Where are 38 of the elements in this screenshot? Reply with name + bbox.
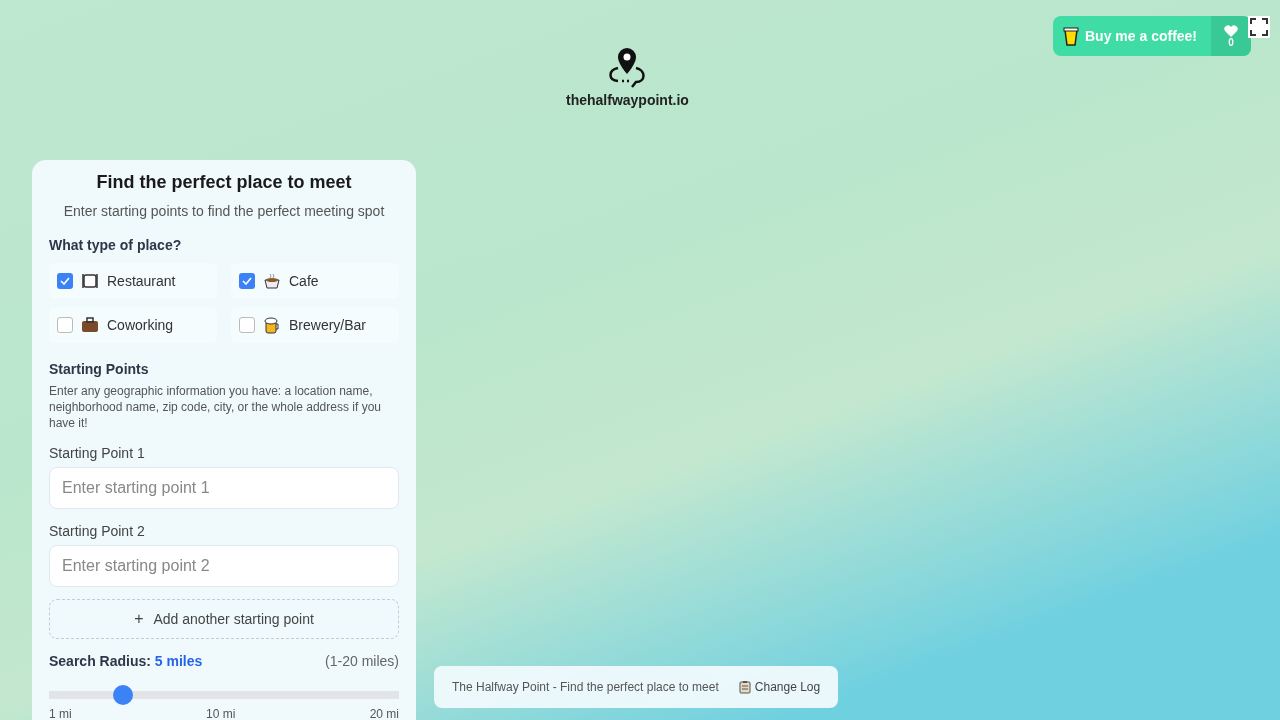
place-type-option[interactable]: Cafe <box>231 263 399 299</box>
clipboard-icon <box>738 680 751 694</box>
tick-label: 1 mi <box>49 707 72 720</box>
panel-title: Find the perfect place to meet <box>95 172 353 193</box>
input-field[interactable]: Enter starting point 2 <box>49 545 399 587</box>
changelog-link[interactable]: Change Log <box>738 680 821 694</box>
fullscreen-button[interactable] <box>1248 16 1270 38</box>
place-type-option[interactable]: Restaurant <box>49 263 217 299</box>
checkbox[interactable] <box>239 317 255 333</box>
coffee-cup-icon <box>1063 26 1079 46</box>
section-heading: What type of place? <box>49 237 183 253</box>
input-field[interactable]: Enter starting point 1 <box>49 467 399 509</box>
logo-text: thehalfwaypoint.io <box>566 92 689 108</box>
radius-label: Search Radius: 5 miles <box>49 653 203 669</box>
tick-label: 10 mi <box>206 707 236 720</box>
checkbox[interactable] <box>239 273 255 289</box>
check-icon <box>60 277 70 285</box>
like-count: 0 <box>1228 36 1234 48</box>
place-type-option[interactable]: Brewery/Bar <box>231 307 399 343</box>
coffee-cup-icon <box>263 272 281 290</box>
plate-icon <box>81 272 99 290</box>
field-label: Starting Point 1 <box>49 445 146 461</box>
section-heading: Starting Points <box>49 361 150 377</box>
place-type-option[interactable]: Coworking <box>49 307 217 343</box>
beer-mug-icon <box>263 316 281 334</box>
slider-thumb[interactable] <box>112 685 133 705</box>
add-point-button[interactable]: + Add another starting point <box>49 599 399 639</box>
help-text: Enter any geographic information you have: a location name, neighborhood name, zip code, city, or the whole address if you have it! <box>49 383 382 431</box>
checkbox[interactable] <box>57 273 73 289</box>
check-icon <box>242 277 252 285</box>
radius-range: (1-20 miles) <box>325 653 399 669</box>
briefcase-icon <box>81 316 99 334</box>
tick-label: 20 mi <box>369 707 399 720</box>
heart-icon <box>1224 24 1239 37</box>
field-label: Starting Point 2 <box>49 523 146 539</box>
footer-text: The Halfway Point - Find the perfect place to meet <box>452 680 719 694</box>
checkbox[interactable] <box>57 317 73 333</box>
panel-subtitle: Enter starting points to find the perfect meeting spot <box>62 203 386 219</box>
